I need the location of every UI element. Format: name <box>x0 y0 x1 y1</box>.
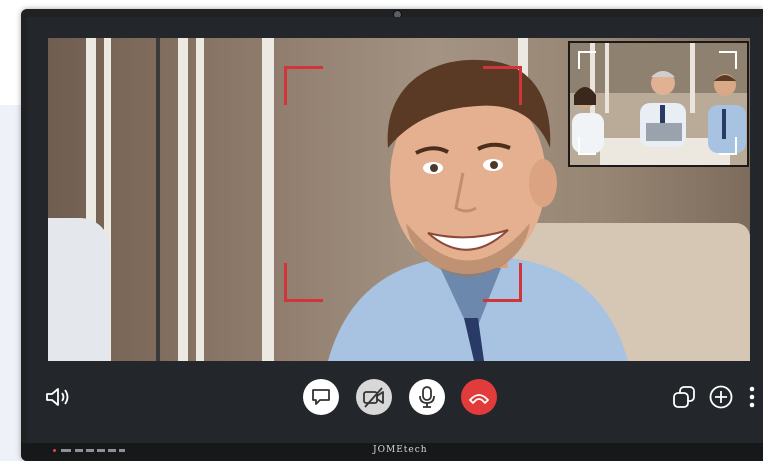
decor-stripe <box>262 38 274 361</box>
io-port <box>108 449 116 452</box>
face-focus-corner <box>483 263 522 302</box>
face-focus-corner <box>284 263 323 302</box>
io-port <box>61 449 71 452</box>
add-icon <box>709 385 733 409</box>
chat-button[interactable] <box>303 379 339 415</box>
microphone-icon <box>419 386 435 408</box>
chat-bubble-icon <box>312 389 330 405</box>
brand-logo: JOMEtech <box>373 445 428 455</box>
phone-hangup-icon <box>469 394 489 404</box>
pip-video-feed[interactable] <box>568 41 749 167</box>
video-call-screen <box>27 17 763 443</box>
decor-pole <box>156 38 160 361</box>
decor-stripe <box>178 38 188 361</box>
io-port <box>86 449 94 452</box>
camera-off-icon <box>363 387 384 408</box>
device-bezel: JOMEtech <box>21 443 763 461</box>
io-port <box>119 449 125 452</box>
decor-stripe <box>196 38 204 361</box>
io-port <box>75 449 83 452</box>
pip-focus-corner <box>578 51 596 69</box>
pip-focus-corner <box>719 51 737 69</box>
face-focus-corner <box>483 66 522 105</box>
end-call-button[interactable] <box>461 379 497 415</box>
speaker-button[interactable] <box>43 381 75 413</box>
display-device: JOMEtech <box>21 9 763 461</box>
io-port <box>97 449 105 452</box>
face-focus-corner <box>284 66 323 105</box>
left-person-shoulder <box>48 218 110 361</box>
power-led <box>53 449 56 452</box>
pip-focus-corner <box>719 137 737 155</box>
pip-focus-corner <box>578 137 596 155</box>
more-vertical-icon <box>749 386 755 408</box>
switch-window-button[interactable] <box>668 381 700 413</box>
camera-off-button[interactable] <box>356 379 392 415</box>
more-button[interactable] <box>741 381 763 413</box>
switch-window-icon <box>673 386 695 408</box>
add-button[interactable] <box>705 381 737 413</box>
microphone-button[interactable] <box>409 379 445 415</box>
speaker-icon <box>46 388 69 406</box>
